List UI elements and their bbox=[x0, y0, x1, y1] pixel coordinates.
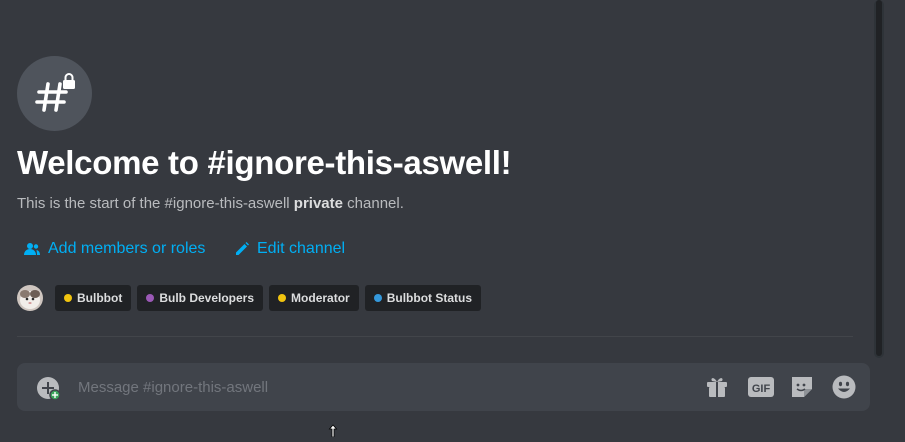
role-name: Bulbbot bbox=[77, 291, 123, 305]
welcome-subtitle-suffix: channel. bbox=[343, 195, 404, 212]
avatar[interactable] bbox=[17, 285, 43, 311]
add-members-button[interactable]: Add members or roles bbox=[24, 240, 205, 258]
role-name: Bulb Developers bbox=[159, 291, 255, 305]
role-color-dot bbox=[278, 294, 287, 302]
message-composer: GIF bbox=[17, 363, 870, 411]
welcome-subtitle: This is the start of the #ignore-this-as… bbox=[17, 195, 404, 212]
people-icon bbox=[24, 243, 40, 255]
role-pill[interactable]: Bulbbot bbox=[55, 285, 132, 311]
plus-circle-icon[interactable] bbox=[36, 376, 61, 401]
role-list: Bulbbot Bulb Developers Moderator Bulbbo… bbox=[17, 285, 487, 311]
pencil-icon bbox=[236, 242, 249, 255]
welcome-title: Welcome to #ignore-this-aswell! bbox=[17, 144, 512, 181]
gif-icon[interactable]: GIF bbox=[747, 374, 774, 400]
role-pill[interactable]: Moderator bbox=[269, 285, 359, 311]
welcome-subtitle-prefix: This is the start of the #ignore-this-as… bbox=[17, 195, 294, 212]
edit-channel-button[interactable]: Edit channel bbox=[235, 240, 345, 258]
role-color-dot bbox=[146, 294, 155, 302]
role-pill[interactable]: Bulb Developers bbox=[137, 285, 264, 311]
add-members-label: Add members or roles bbox=[48, 240, 206, 257]
welcome-subtitle-bold: private bbox=[293, 195, 343, 212]
role-color-dot bbox=[373, 294, 382, 302]
message-input[interactable] bbox=[78, 363, 678, 411]
role-color-dot bbox=[64, 294, 72, 302]
role-pill[interactable]: Bulbbot Status bbox=[364, 285, 482, 311]
gif-label: GIF bbox=[752, 383, 771, 395]
divider bbox=[17, 336, 853, 337]
sticker-icon[interactable] bbox=[789, 374, 815, 400]
emoji-icon[interactable] bbox=[831, 374, 857, 400]
mouse-cursor-icon bbox=[328, 424, 338, 442]
scrollbar-thumb[interactable] bbox=[876, 0, 882, 356]
edit-channel-label: Edit channel bbox=[257, 240, 346, 257]
hashtag-lock-icon bbox=[17, 56, 92, 131]
gift-icon[interactable] bbox=[704, 374, 730, 400]
role-name: Bulbbot Status bbox=[386, 291, 473, 305]
role-name: Moderator bbox=[291, 291, 350, 305]
